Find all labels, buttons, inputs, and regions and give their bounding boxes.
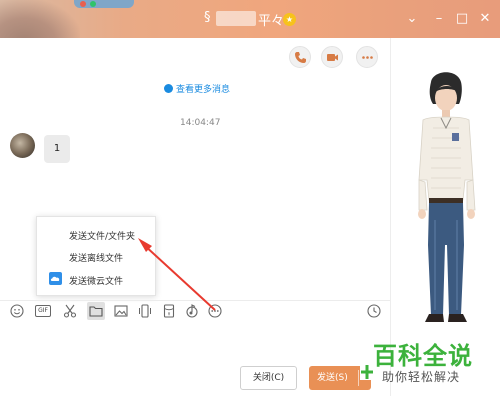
watermark-title: 百科全说 bbox=[373, 342, 473, 370]
close-window-button[interactable]: ✕ bbox=[478, 12, 492, 26]
view-more-messages-label: 查看更多消息 bbox=[176, 85, 231, 95]
folder-button[interactable] bbox=[87, 302, 105, 320]
message-timestamp: 14:04:47 bbox=[180, 118, 221, 128]
more-dots-icon bbox=[362, 56, 373, 59]
menu-item-send-offline-file[interactable]: 发送离线文件 bbox=[69, 251, 123, 264]
avatar[interactable] bbox=[10, 133, 35, 158]
contact-strip bbox=[74, 0, 134, 8]
message-bubble[interactable]: 1 bbox=[44, 135, 70, 163]
menu-item-send-weiyun-file[interactable]: 发送微云文件 bbox=[69, 274, 123, 287]
toolbar-divider bbox=[0, 300, 390, 301]
minimize-menu-button[interactable]: ⌄ bbox=[405, 12, 419, 26]
video-call-button[interactable] bbox=[321, 46, 343, 68]
title-bar[interactable]: § 平々 ★ ⌄ – □ ✕ bbox=[0, 0, 500, 38]
watermark-subtitle: 助你轻松解决 bbox=[382, 370, 461, 384]
send-button-divider bbox=[358, 370, 359, 386]
shake-icon[interactable] bbox=[137, 303, 153, 319]
maximize-button[interactable]: □ bbox=[455, 12, 469, 26]
more-icon[interactable] bbox=[207, 303, 223, 319]
clock-icon[interactable] bbox=[366, 303, 382, 319]
emoji-icon[interactable] bbox=[9, 303, 25, 319]
send-button-label: 发送(S) bbox=[317, 373, 348, 383]
title-suffix: 平々 bbox=[258, 14, 285, 29]
weiyun-icon bbox=[49, 272, 62, 285]
dressup-figure-image bbox=[418, 72, 476, 322]
image-icon[interactable] bbox=[113, 303, 129, 319]
send-file-menu: 发送文件/文件夹 发送离线文件 发送微云文件 bbox=[36, 216, 156, 296]
red-packet-icon[interactable]: ¥ bbox=[161, 303, 177, 319]
vip-badge-icon: ★ bbox=[283, 13, 296, 26]
svg-text:¥: ¥ bbox=[168, 312, 171, 317]
folder-icon bbox=[89, 306, 103, 317]
scissors-icon[interactable] bbox=[62, 303, 78, 319]
phone-call-button[interactable] bbox=[289, 46, 311, 68]
music-icon[interactable] bbox=[184, 303, 200, 319]
watermark-plus-icon bbox=[360, 364, 374, 380]
close-button[interactable]: 关闭(C) bbox=[240, 366, 297, 390]
title-bar-decoration bbox=[0, 0, 80, 38]
history-clock-icon bbox=[164, 84, 173, 93]
view-more-messages-link[interactable]: 查看更多消息 bbox=[164, 82, 230, 95]
video-camera-icon bbox=[327, 54, 338, 61]
title-prefix: § bbox=[204, 10, 211, 25]
phone-icon bbox=[295, 52, 306, 63]
more-actions-button[interactable] bbox=[356, 46, 378, 68]
title-name-redacted bbox=[216, 11, 256, 26]
minimize-button[interactable]: – bbox=[432, 12, 446, 26]
menu-item-send-file-folder[interactable]: 发送文件/文件夹 bbox=[69, 229, 135, 242]
chat-window: § 平々 ★ ⌄ – □ ✕ 查看更多消息 14:04:47 1 发送文件/文件… bbox=[0, 0, 500, 396]
gif-icon[interactable]: GIF bbox=[35, 305, 51, 317]
